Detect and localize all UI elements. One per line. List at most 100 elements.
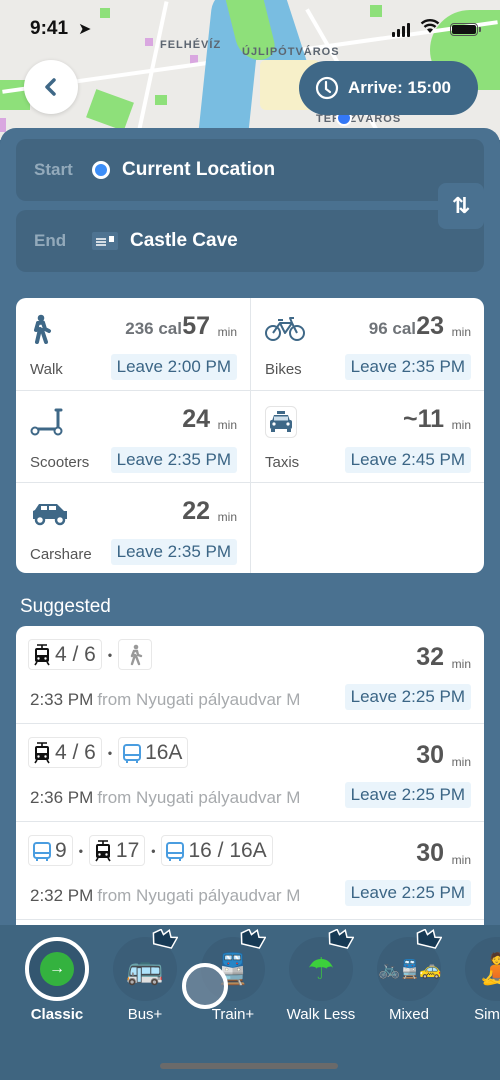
chip-separator: • — [78, 843, 83, 858]
route-duration: 32 — [416, 643, 444, 671]
route-item[interactable]: 9 • 17 • 16 / 16A 30 min 2:32 PM from Nyu… — [16, 822, 484, 920]
mode-name: Bikes — [265, 361, 302, 378]
optimizer-label: Simple — [474, 1006, 500, 1023]
car-icon — [30, 499, 70, 529]
optimizer-label: Classic — [30, 1006, 84, 1023]
optimizer-mixed[interactable]: 🚲🚆🚕 Mixed — [366, 929, 456, 1027]
bus-chip: 16 / 16A — [161, 835, 273, 866]
route-departure: 2:36 PM from Nyugati pályaudvar M — [30, 788, 300, 808]
walk-icon — [130, 644, 143, 665]
empty-cell — [250, 482, 484, 573]
map-park — [155, 95, 167, 105]
route-duration: 30 — [416, 839, 444, 867]
crown-icon — [240, 929, 266, 949]
mode-leave-time: Leave 2:35 PM — [110, 447, 237, 473]
mode-duration-unit: min — [217, 325, 237, 339]
meditation-emoji-icon: 🧘 — [465, 937, 500, 1001]
chip-label: 16 / 16A — [188, 838, 267, 862]
optimizer-bus-plus[interactable]: 🚌 Bus+ — [102, 929, 192, 1027]
tram-icon — [34, 741, 50, 763]
route-from: from Nyugati pályaudvar M — [97, 690, 301, 709]
chip-label: 17 — [115, 838, 140, 862]
arrive-time-button[interactable]: Arrive: 15:00 — [299, 61, 478, 115]
crown-icon — [328, 929, 354, 949]
mode-leave-time: Leave 2:00 PM — [110, 354, 237, 380]
suggested-heading: Suggested — [20, 596, 111, 617]
chevron-left-icon — [45, 78, 56, 96]
bus-icon — [33, 841, 51, 861]
go-arrow-icon: → — [40, 952, 74, 986]
start-value: Current Location — [122, 159, 276, 180]
touch-indicator — [182, 963, 228, 1009]
end-value: Castle Cave — [130, 230, 238, 251]
route-item[interactable]: 4 / 6 • 16A 30 min 2:36 PM from Nyugati p… — [16, 724, 484, 822]
optimizer-label: Mixed — [388, 1006, 429, 1023]
route-leave-time: Leave 2:25 PM — [344, 880, 471, 906]
mode-duration-unit: min — [217, 418, 237, 432]
route-from: from Nyugati pályaudvar M — [97, 788, 301, 807]
tram-chip: 4 / 6 — [28, 639, 102, 670]
transport-modes-grid: 236 cal 57 min Walk Leave 2:00 PM 96 cal… — [16, 298, 484, 573]
bus-chip: 16A — [118, 737, 189, 768]
mode-duration: ~11 — [402, 405, 444, 433]
chip-label: 9 — [55, 838, 67, 862]
start-location-field[interactable]: Start Current Location — [16, 139, 484, 201]
mode-duration: 24 — [182, 405, 210, 433]
battery-icon — [450, 23, 481, 36]
walk-chip — [118, 639, 153, 670]
route-duration-unit: min — [451, 657, 471, 671]
status-time: 9:41 — [30, 18, 69, 39]
mode-calories: 96 cal — [368, 319, 416, 338]
swap-arrows-icon: ⇅ — [451, 193, 471, 218]
chip-separator: • — [151, 843, 156, 858]
route-chips: 9 • 17 • 16 / 16A — [28, 835, 273, 866]
cellular-signal-icon — [392, 23, 410, 37]
mode-carshare[interactable]: 22 min Carshare Leave 2:35 PM — [16, 482, 250, 573]
destination-icon — [92, 232, 118, 250]
chip-label: 4 / 6 — [55, 642, 96, 666]
current-location-icon — [92, 161, 110, 179]
map-poi — [0, 118, 6, 132]
tram-icon — [34, 643, 50, 665]
swap-locations-button[interactable]: ⇅ — [438, 183, 484, 229]
optimizer-classic[interactable]: → Classic — [14, 937, 104, 1027]
bike-icon — [265, 314, 305, 344]
route-chips: 4 / 6 • 16A — [28, 737, 189, 768]
end-location-field[interactable]: End Castle Cave — [16, 210, 484, 272]
route-optimizer-bar: → Classic 🚌 Bus+ 🚆 Train+ ☂ Walk Less 🚲🚆… — [0, 925, 500, 1080]
tram-chip: 17 — [88, 835, 146, 866]
mode-walk[interactable]: 236 cal 57 min Walk Leave 2:00 PM — [16, 298, 250, 390]
bus-icon — [166, 841, 185, 861]
taxi-icon — [265, 406, 305, 438]
route-duration-unit: min — [451, 755, 471, 769]
mode-leave-time: Leave 2:45 PM — [344, 447, 471, 473]
optimizer-icon-circle: → — [25, 937, 89, 1001]
route-duration-unit: min — [451, 853, 471, 867]
route-time: 2:33 PM — [30, 690, 94, 709]
optimizer-walk-less[interactable]: ☂ Walk Less — [278, 929, 368, 1027]
route-from: from Nyugati pályaudvar M — [97, 886, 301, 905]
chip-label: 4 / 6 — [55, 740, 96, 764]
home-indicator[interactable] — [160, 1063, 338, 1069]
tram-icon — [95, 839, 111, 861]
mode-taxis[interactable]: ~11 min Taxis Leave 2:45 PM — [250, 390, 484, 482]
back-button[interactable] — [24, 60, 78, 114]
wifi-icon — [420, 18, 440, 39]
route-duration: 30 — [416, 741, 444, 769]
arrive-label: Arrive: 15:00 — [348, 78, 452, 97]
end-label: End — [34, 231, 67, 250]
crown-icon — [152, 929, 178, 949]
mode-bikes[interactable]: 96 cal 23 min Bikes Leave 2:35 PM — [250, 298, 484, 390]
route-item[interactable]: 4 / 6 • 32 min 2:33 PM from Nyugati pálya… — [16, 626, 484, 724]
walk-icon — [30, 314, 70, 344]
mode-duration-unit: min — [451, 325, 471, 339]
mode-calories: 236 cal — [125, 319, 182, 338]
mode-scooters[interactable]: 24 min Scooters Leave 2:35 PM — [16, 390, 250, 482]
mode-name: Walk — [30, 361, 63, 378]
location-arrow-icon: ➤ — [78, 21, 92, 38]
chip-separator: • — [107, 745, 113, 760]
route-departure: 2:32 PM from Nyugati pályaudvar M — [30, 886, 300, 906]
clock-icon — [315, 76, 339, 100]
optimizer-simple[interactable]: 🧘 Simple — [454, 937, 500, 1027]
crown-icon — [416, 929, 442, 949]
